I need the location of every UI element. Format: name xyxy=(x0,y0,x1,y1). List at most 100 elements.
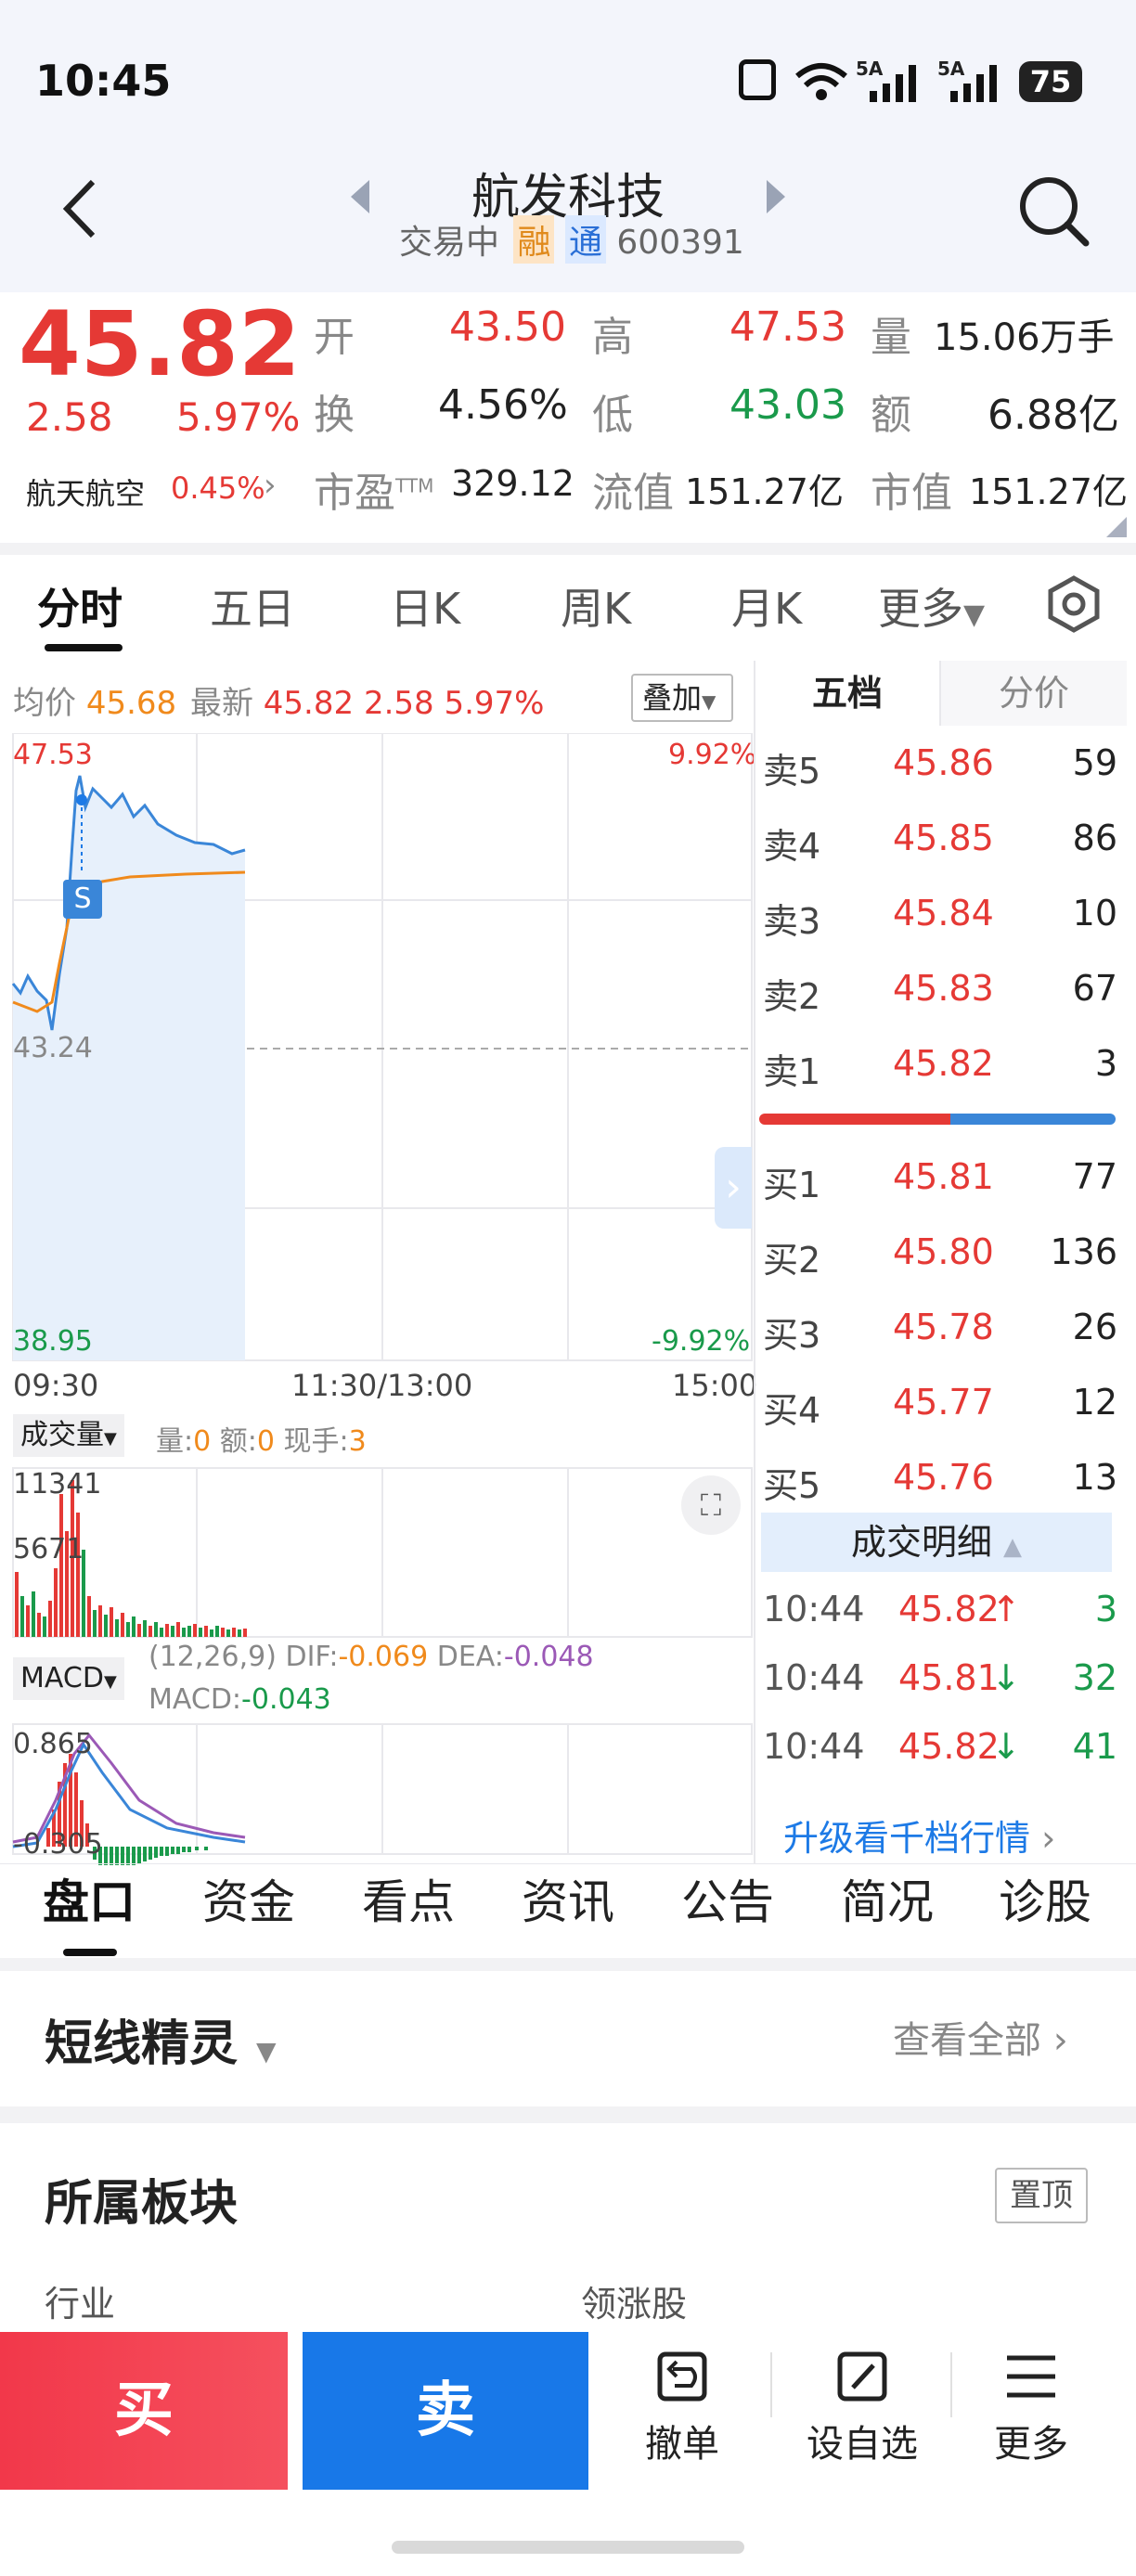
status-bar: 10:45 5A 5A 75 xyxy=(0,0,1136,158)
macd-dropdown[interactable]: MACD▼ xyxy=(13,1657,124,1700)
search-icon[interactable] xyxy=(1017,174,1090,247)
home-indicator[interactable] xyxy=(392,2541,744,2554)
expand-panel-icon[interactable]: › xyxy=(715,1147,752,1229)
open-label: 开 xyxy=(314,314,355,361)
y-high-label: 47.53 xyxy=(13,739,93,771)
divider xyxy=(0,1863,1136,1864)
tab-more[interactable]: 更多▼ xyxy=(878,575,985,637)
ask-label: 卖4 xyxy=(763,826,821,867)
tab-price-dist[interactable]: 分价 xyxy=(941,661,1127,726)
bid-label: 买3 xyxy=(763,1315,821,1356)
ask-row[interactable]: 卖4 45.85 86 xyxy=(761,818,1123,882)
bid-row[interactable]: 买3 45.78 26 xyxy=(761,1307,1123,1372)
ask-row[interactable]: 卖5 45.86 59 xyxy=(761,742,1123,807)
pe-label: 市盈TTM xyxy=(314,470,434,517)
clock: 10:45 xyxy=(35,56,172,106)
sector-pct[interactable]: 0.45% xyxy=(171,470,265,506)
tab-intraday[interactable]: 分时 xyxy=(37,575,123,637)
tab-day-k[interactable]: 日K xyxy=(390,575,460,637)
tab-news[interactable]: 资讯 xyxy=(522,1865,614,1932)
sell-button[interactable]: 卖 xyxy=(303,2332,588,2490)
divider xyxy=(770,2352,772,2417)
float-cap-label: 流值 xyxy=(592,470,674,517)
macd-info-2: MACD:-0.043 xyxy=(148,1683,331,1716)
bid-volume: 136 xyxy=(1050,1231,1117,1272)
volume-value: 15.06万手 xyxy=(934,316,1115,359)
bid-volume: 13 xyxy=(1072,1457,1117,1498)
tab-handicap[interactable]: 盘口 xyxy=(43,1865,136,1932)
macd-max-label: 0.865 xyxy=(13,1728,93,1760)
bid-row[interactable]: 买4 45.77 12 xyxy=(761,1382,1123,1447)
quote-panel: 45.82 2.58 5.97% 航天航空 0.45% › 开 43.50 高 … xyxy=(0,292,1136,543)
wifi-icon xyxy=(795,63,847,100)
view-all-link[interactable]: 查看全部 › xyxy=(893,2010,1068,2064)
chart-tabs: 分时 五日 日K 周K 月K 更多▼ xyxy=(0,555,1136,659)
stock-code: 600391 xyxy=(616,224,744,262)
tab-month-k[interactable]: 月K xyxy=(731,575,802,637)
pct-low-label: -9.92% xyxy=(652,1325,751,1358)
expand-corner-icon[interactable] xyxy=(1106,517,1127,537)
sell-marker[interactable]: S xyxy=(63,880,102,919)
low-value: 43.03 xyxy=(729,381,846,429)
tab-five-level[interactable]: 五档 xyxy=(755,661,941,726)
upgrade-link[interactable]: 升级看千档行情 › xyxy=(783,1810,1055,1861)
buy-button[interactable]: 买 xyxy=(0,2332,288,2490)
open-value: 43.50 xyxy=(449,303,566,351)
next-stock-icon[interactable] xyxy=(767,180,787,213)
sector-name[interactable]: 航天航空 xyxy=(26,470,145,513)
turnover-value: 4.56% xyxy=(438,381,568,429)
ask-ratio-bar xyxy=(759,1114,950,1125)
down-arrow-icon: ↓ xyxy=(991,1657,1021,1698)
volume-dropdown[interactable]: 成交量▼ xyxy=(13,1414,124,1457)
bid-row[interactable]: 买1 45.81 77 xyxy=(761,1156,1123,1221)
add-watchlist-button[interactable]: 设自选 xyxy=(793,2349,932,2467)
trade-time: 10:44 xyxy=(763,1589,865,1629)
ask-volume: 3 xyxy=(1094,1043,1117,1084)
tab-profile[interactable]: 简况 xyxy=(841,1865,934,1932)
sprite-title[interactable]: 短线精灵 ▼ xyxy=(45,2004,277,2074)
bid-price: 45.78 xyxy=(893,1307,994,1347)
bid-price: 45.81 xyxy=(893,1156,994,1197)
ask-row[interactable]: 卖1 45.82 3 xyxy=(761,1043,1123,1108)
time-end-label: 15:00 xyxy=(672,1368,758,1403)
tab-five-day[interactable]: 五日 xyxy=(210,575,295,637)
ask-row[interactable]: 卖3 45.84 10 xyxy=(761,893,1123,958)
battery-icon: 75 xyxy=(1019,61,1082,102)
time-start-label: 09:30 xyxy=(13,1368,99,1403)
ask-label: 卖3 xyxy=(763,901,821,942)
stock-header: 航发科技 交易中 融 通 600391 xyxy=(0,158,1136,292)
pin-button[interactable]: 置顶 xyxy=(995,2168,1088,2223)
overlay-dropdown[interactable]: 叠加▼ xyxy=(631,674,733,722)
low-label: 低 xyxy=(592,392,633,439)
tab-diagnosis[interactable]: 诊股 xyxy=(999,1865,1091,1932)
y-mid-label: 43.24 xyxy=(13,1032,93,1064)
ask-label: 卖5 xyxy=(763,751,821,792)
action-bar: 买 卖 撤单 设自选 更多 xyxy=(0,2325,1136,2492)
macd-info-1: (12,26,9) DIF:-0.069 DEA:-0.048 xyxy=(148,1641,594,1673)
menu-icon xyxy=(1007,2355,1055,2398)
bid-ratio-bar xyxy=(950,1114,1116,1125)
macd-min-label: -0.305 xyxy=(13,1828,103,1861)
trade-volume: 32 xyxy=(1072,1657,1117,1698)
ask-volume: 86 xyxy=(1072,818,1117,858)
tab-week-k[interactable]: 周K xyxy=(561,575,631,637)
vol-mid-label: 5671 xyxy=(13,1533,84,1565)
bid-label: 买2 xyxy=(763,1240,821,1281)
tab-highlights[interactable]: 看点 xyxy=(362,1865,455,1932)
ask-row[interactable]: 卖2 45.83 67 xyxy=(761,968,1123,1033)
fullscreen-icon[interactable]: ⛶ xyxy=(681,1475,741,1535)
ask-label: 卖2 xyxy=(763,976,821,1017)
cancel-order-button[interactable]: 撤单 xyxy=(613,2349,752,2467)
trade-price: 45.82 xyxy=(898,1589,1000,1629)
trade-detail-header[interactable]: 成交明细 ▲ xyxy=(761,1513,1112,1572)
pct-high-label: 9.92% xyxy=(668,739,757,771)
time-mid-label: 11:30/13:00 xyxy=(291,1368,473,1403)
tab-announcements[interactable]: 公告 xyxy=(681,1865,774,1932)
ask-price: 45.84 xyxy=(893,893,994,934)
current-price: 45.82 xyxy=(19,292,301,396)
more-button[interactable]: 更多 xyxy=(962,2349,1101,2467)
bid-row[interactable]: 买2 45.80 136 xyxy=(761,1231,1123,1296)
settings-hex-icon[interactable] xyxy=(1045,575,1103,633)
tab-funds[interactable]: 资金 xyxy=(202,1865,295,1932)
chevron-right-icon[interactable]: › xyxy=(264,467,277,504)
